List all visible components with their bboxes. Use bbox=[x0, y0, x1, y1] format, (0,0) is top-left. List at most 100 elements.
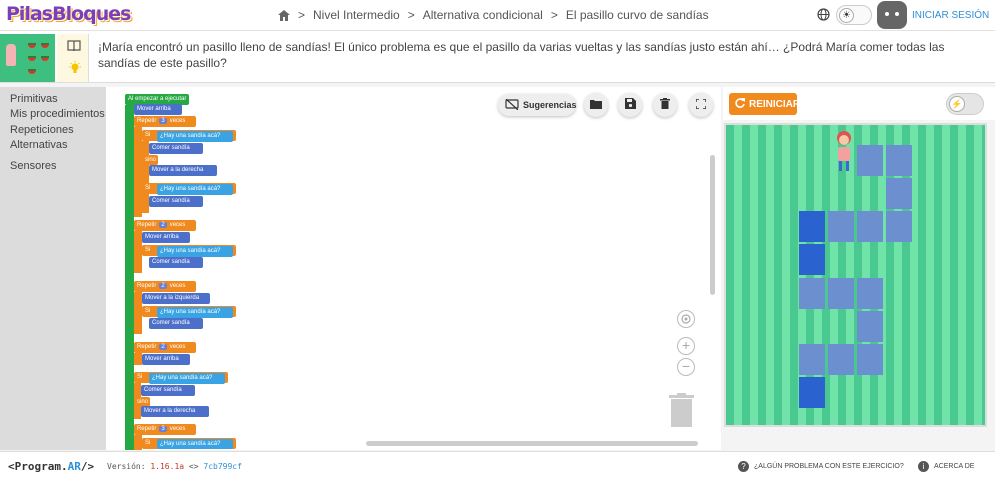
no-comment-icon bbox=[505, 98, 519, 112]
breadcrumb-separator: > bbox=[298, 8, 306, 22]
corridor-cell bbox=[799, 211, 825, 242]
suggestions-button[interactable]: Sugerencias bbox=[498, 94, 577, 116]
category-alternativas[interactable]: Alternativas bbox=[10, 139, 67, 151]
category-mis-procedimientos[interactable]: Mis procedimientos bbox=[10, 108, 105, 120]
eat-watermelon-block[interactable]: Comer sandía bbox=[149, 196, 203, 207]
move-up-block[interactable]: Mover arriba bbox=[142, 354, 190, 365]
report-problem-link[interactable]: ? ¿ALGÚN PROBLEMA CON ESTE EJERCICIO? bbox=[738, 461, 904, 472]
lightbulb-icon[interactable] bbox=[68, 61, 82, 78]
move-up-block[interactable]: Mover arriba bbox=[134, 104, 182, 115]
game-stage bbox=[724, 123, 987, 427]
category-repeticiones[interactable]: Repeticiones bbox=[10, 124, 74, 136]
save-button[interactable] bbox=[618, 93, 642, 117]
corridor-cell bbox=[857, 145, 883, 176]
breadcrumb-chapter[interactable]: Alternativa condicional bbox=[423, 8, 543, 22]
corridor-cell bbox=[799, 377, 825, 408]
login-button[interactable]: INICIAR SESIÓN bbox=[912, 10, 989, 21]
open-folder-button[interactable] bbox=[584, 93, 608, 117]
language-globe-icon[interactable] bbox=[817, 8, 830, 26]
corridor-cell bbox=[799, 278, 825, 309]
crosshair-icon bbox=[679, 313, 693, 329]
theme-toggle[interactable]: ☀ bbox=[836, 5, 872, 25]
fullscreen-icon bbox=[695, 97, 707, 112]
maria-character bbox=[833, 129, 855, 174]
exercise-statement: ¡María encontró un pasillo lleno de sand… bbox=[98, 40, 945, 70]
repeat-rail bbox=[134, 435, 142, 450]
version-info: Versión: 1.16.1a <> 7cb799cf bbox=[107, 462, 242, 471]
workspace-vertical-scrollbar[interactable] bbox=[710, 155, 715, 295]
corridor-cell bbox=[886, 211, 912, 242]
version-number[interactable]: 1.16.1a bbox=[150, 462, 184, 471]
zoom-out-button[interactable]: − bbox=[677, 358, 695, 376]
sensor-watermelon-block[interactable]: ¿Hay una sandía acá? bbox=[157, 131, 233, 142]
book-icon[interactable] bbox=[67, 40, 81, 55]
repeat-rail bbox=[134, 292, 142, 334]
move-up-block[interactable]: Mover arriba bbox=[142, 232, 190, 243]
user-avatar[interactable] bbox=[877, 1, 907, 29]
repeat-block[interactable]: Repetir 3 veces bbox=[134, 424, 196, 435]
turbo-mode-toggle[interactable]: ⚡ bbox=[946, 93, 984, 115]
fullscreen-button[interactable] bbox=[689, 93, 713, 117]
description-side-icons bbox=[57, 34, 89, 82]
delete-button[interactable] bbox=[653, 93, 677, 117]
eat-watermelon-block[interactable]: Comer sandía bbox=[149, 143, 203, 154]
sensor-watermelon-block[interactable]: ¿Hay una sandía acá? bbox=[157, 184, 233, 195]
repeat-rail bbox=[134, 231, 142, 273]
corridor-cell bbox=[857, 211, 883, 242]
breadcrumb-separator: > bbox=[407, 8, 415, 22]
footer: <Program.AR/> Versión: 1.16.1a <> 7cb799… bbox=[0, 451, 995, 478]
restart-button[interactable]: REINICIAR bbox=[729, 93, 800, 115]
eat-watermelon-block[interactable]: Comer sandía bbox=[141, 385, 195, 396]
workspace-horizontal-scrollbar[interactable] bbox=[366, 441, 698, 446]
corridor-cell bbox=[799, 244, 825, 275]
suggestions-label: Sugerencias bbox=[523, 100, 577, 110]
avatar-eye bbox=[885, 12, 889, 16]
sensor-watermelon-block[interactable]: ¿Hay una sandía acá? bbox=[157, 246, 233, 257]
move-right-block[interactable]: Mover a la derecha bbox=[149, 165, 217, 176]
watermelon-icon bbox=[41, 43, 49, 48]
zoom-in-button[interactable]: + bbox=[677, 337, 695, 355]
top-header: PilasBloques > Nivel Intermedio > Altern… bbox=[0, 0, 995, 31]
sensor-watermelon-block[interactable]: ¿Hay una sandía acá? bbox=[157, 439, 233, 449]
else-label: sino bbox=[142, 155, 158, 165]
repeat-block[interactable]: Repetir 3 veces bbox=[134, 116, 196, 127]
eat-watermelon-block[interactable]: Comer sandía bbox=[149, 257, 203, 268]
breadcrumb-exercise: El pasillo curvo de sandías bbox=[565, 8, 709, 22]
repeat-block[interactable]: Repetir 2 veces bbox=[134, 220, 196, 231]
app-logo[interactable]: PilasBloques bbox=[6, 3, 131, 25]
repeat-rail bbox=[134, 353, 142, 365]
move-right-block[interactable]: Mover a la derecha bbox=[141, 406, 209, 417]
recenter-button[interactable] bbox=[677, 310, 695, 328]
corridor-cell bbox=[857, 344, 883, 375]
breadcrumb-level[interactable]: Nivel Intermedio bbox=[313, 8, 400, 22]
eat-watermelon-block[interactable]: Comer sandía bbox=[149, 318, 203, 329]
question-icon: ? bbox=[738, 461, 749, 472]
move-left-block[interactable]: Mover a la izquierda bbox=[142, 293, 210, 304]
corridor-cell bbox=[828, 278, 854, 309]
code-icon: <> bbox=[188, 462, 199, 471]
folder-icon bbox=[590, 99, 602, 112]
home-icon[interactable] bbox=[278, 9, 290, 21]
maria-character-icon bbox=[6, 44, 16, 66]
breadcrumb: > Nivel Intermedio > Alternativa condici… bbox=[278, 8, 709, 22]
about-link[interactable]: i ACERCA DE bbox=[918, 461, 974, 472]
category-sensores[interactable]: Sensores bbox=[10, 160, 56, 172]
sensor-watermelon-block[interactable]: ¿Hay una sandía acá? bbox=[149, 373, 225, 384]
if-rail bbox=[142, 141, 149, 213]
workspace-trash-can-icon[interactable] bbox=[669, 393, 694, 427]
restart-icon bbox=[735, 97, 745, 111]
sun-icon: ☀ bbox=[839, 8, 854, 23]
category-primitivas[interactable]: Primitivas bbox=[10, 93, 58, 105]
watermelon-icon bbox=[28, 56, 36, 61]
exercise-thumbnail bbox=[0, 34, 55, 82]
save-icon bbox=[624, 98, 636, 112]
lightning-icon: ⚡ bbox=[949, 96, 965, 112]
corridor-cell bbox=[886, 178, 912, 209]
repeat-block[interactable]: Repetir 2 veces bbox=[134, 281, 196, 292]
commit-hash[interactable]: 7cb799cf bbox=[203, 462, 242, 471]
watermelon-icon bbox=[41, 56, 49, 61]
sensor-watermelon-block[interactable]: ¿Hay una sandía acá? bbox=[157, 307, 233, 318]
programar-logo[interactable]: <Program.AR/> bbox=[8, 460, 94, 473]
block-categories-panel: Primitivas Mis procedimientos Repeticion… bbox=[0, 87, 106, 450]
repeat-block[interactable]: Repetir 2 veces bbox=[134, 342, 196, 353]
